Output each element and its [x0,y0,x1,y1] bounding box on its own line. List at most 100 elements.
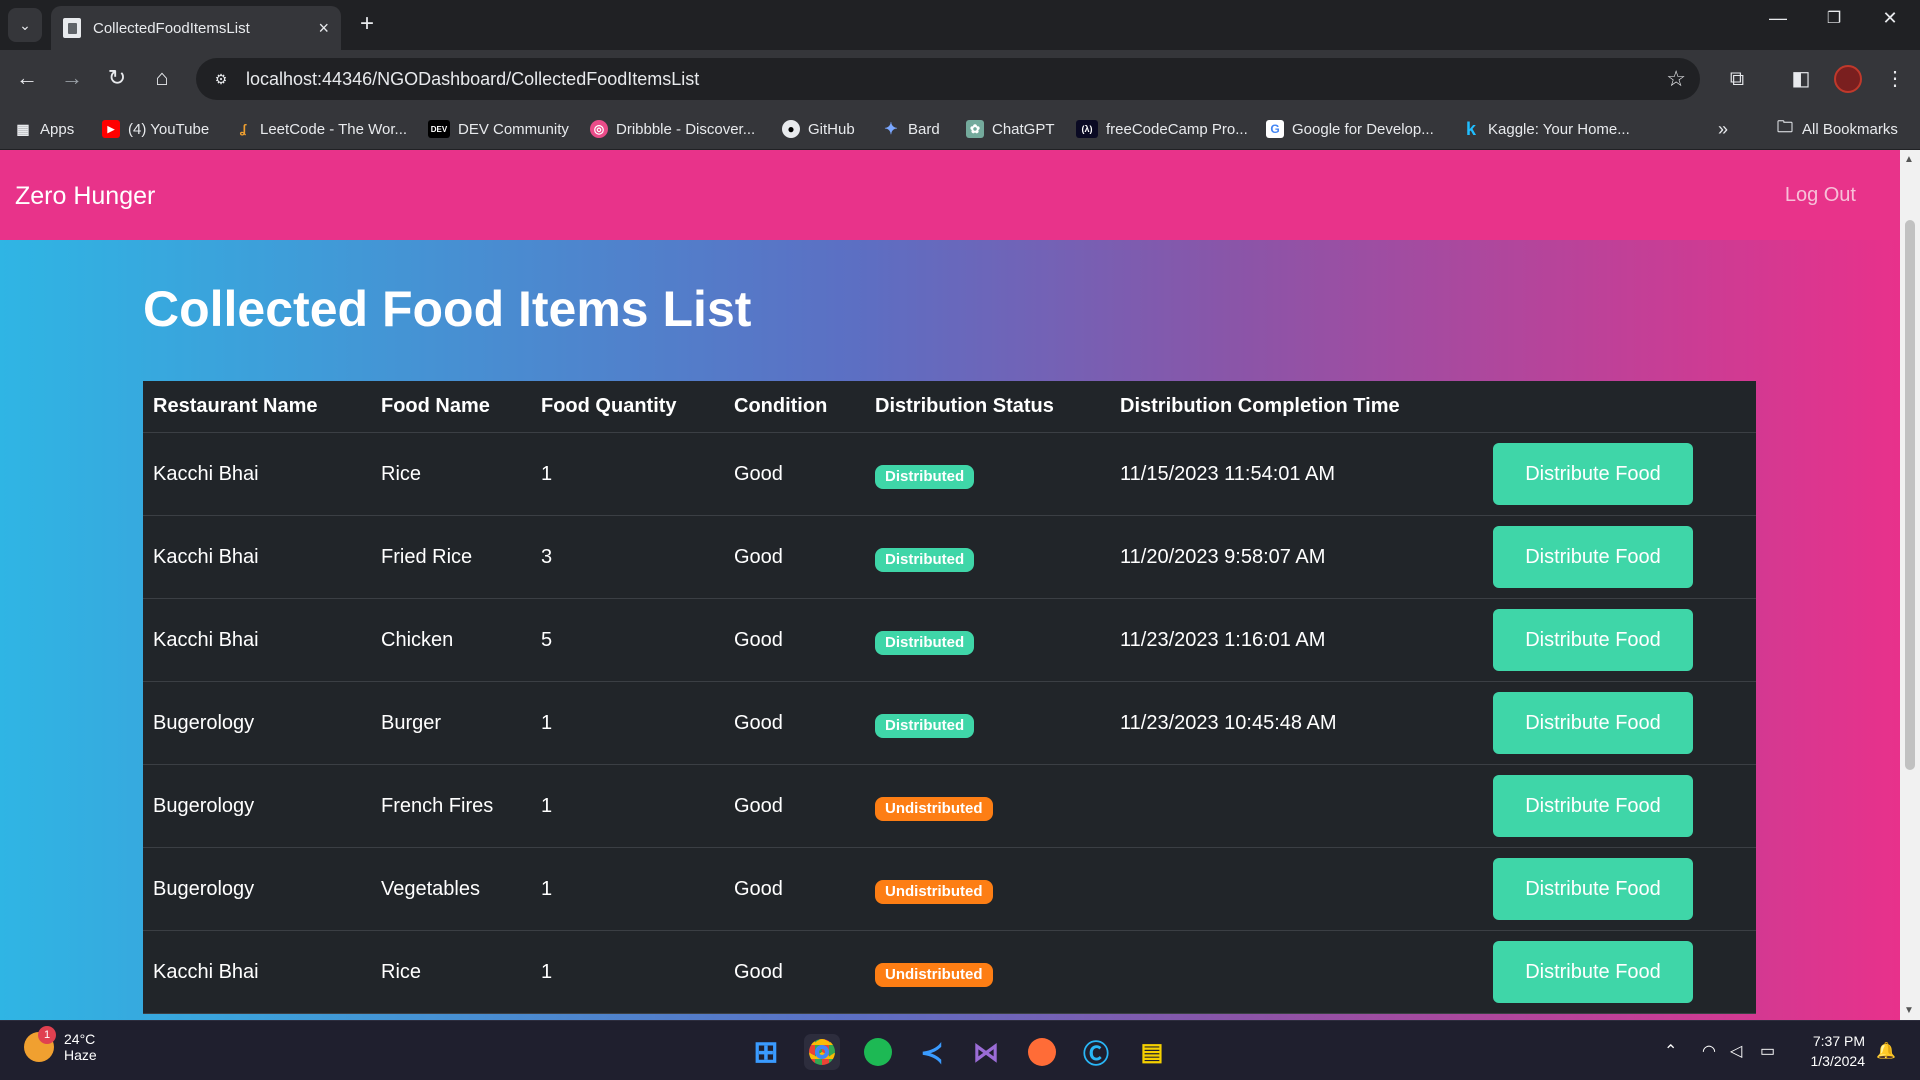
clock[interactable]: 7:37 PM 1/3/2024 [1800,1031,1866,1071]
quantity-cell: 3 [541,546,553,568]
restaurant-cell: Kacchi Bhai [153,629,259,651]
restaurant-cell: Bugerology [153,712,255,734]
distribute-food-button[interactable]: Distribute Food [1493,941,1693,1003]
close-window-icon[interactable]: ✕ [1870,8,1910,29]
bookmark-star-icon[interactable]: ☆ [1666,66,1686,92]
scroll-down-icon[interactable]: ▼ [1904,1005,1914,1016]
back-icon[interactable]: ← [12,64,42,92]
bookmark-freecodecamp[interactable]: (λ) freeCodeCamp Pro... [1076,116,1248,142]
distribute-food-button[interactable]: Distribute Food [1493,609,1693,671]
dribbble-icon: ◎ [590,120,608,138]
bookmark-label: LeetCode - The Wor... [260,120,408,138]
notification-bell-icon[interactable]: 🔔 [1876,1041,1896,1061]
chrome-icon[interactable] [804,1034,840,1070]
browser-title-bar: ⌄ CollectedFoodItemsList × + — ❐ ✕ [0,0,1920,50]
clock-date: 1/3/2024 [1810,1053,1866,1069]
spotify-icon[interactable] [860,1034,896,1070]
quantity-cell: 1 [541,795,553,817]
bookmark-label: Apps [40,120,75,138]
scrollbar-thumb[interactable] [1905,220,1915,770]
minimize-icon[interactable]: — [1758,8,1798,29]
restore-icon[interactable]: ❐ [1814,8,1854,28]
tab-search-button[interactable]: ⌄ [8,8,42,42]
bookmark-google[interactable]: G Google for Develop... [1266,116,1434,142]
quantity-cell: 1 [541,463,553,485]
time-cell: 11/15/2023 11:54:01 AM [1120,463,1335,485]
close-tab-icon[interactable]: × [318,18,329,39]
visual-studio-icon[interactable]: ⋈ [968,1034,1004,1070]
food-cell: Chicken [381,629,454,651]
battery-icon[interactable]: ▭ [1760,1041,1775,1061]
all-bookmarks[interactable]: 🗀 All Bookmarks [1776,116,1898,142]
bookmark-leetcode[interactable]: ʆ LeetCode - The Wor... [234,116,407,142]
food-items-table: Restaurant Name Food Name Food Quantity … [143,381,1756,1014]
distribute-food-button[interactable]: Distribute Food [1493,443,1693,505]
profile-avatar[interactable] [1834,65,1862,93]
logout-link[interactable]: Log Out [1785,184,1856,207]
chatgpt-icon: ✿ [966,120,984,138]
bookmark-chatgpt[interactable]: ✿ ChatGPT [966,116,1055,142]
new-tab-button[interactable]: + [352,10,382,38]
distribute-food-button[interactable]: Distribute Food [1493,526,1693,588]
bard-icon: ✦ [884,121,898,138]
bookmark-kaggle[interactable]: k Kaggle: Your Home... [1462,116,1630,142]
home-icon[interactable]: ⌂ [147,64,177,92]
distribute-food-button[interactable]: Distribute Food [1493,775,1693,837]
distribute-food-button[interactable]: Distribute Food [1493,692,1693,754]
side-panel-icon[interactable]: ◧ [1786,64,1816,94]
menu-icon[interactable]: ⋮ [1880,64,1910,94]
postman-icon[interactable] [1024,1034,1060,1070]
leetcode-icon: ʆ [239,122,247,136]
url-text[interactable]: localhost:44346/NGODashboard/CollectedFo… [246,69,1666,90]
restaurant-cell: Kacchi Bhai [153,961,259,983]
restaurant-cell: Kacchi Bhai [153,546,259,568]
status-badge: Undistributed [875,797,993,821]
condition-cell: Good [734,463,783,485]
more-bookmarks-icon[interactable]: » [1718,116,1728,142]
weather-widget[interactable]: 1 24°C Haze [24,1026,97,1063]
c-app-icon[interactable]: Ⓒ [1078,1034,1114,1070]
address-bar[interactable]: ⚙ localhost:44346/NGODashboard/Collected… [196,58,1700,100]
temperature: 24°C [64,1031,96,1047]
bookmarks-bar: ▦ Apps ▶ (4) YouTube ʆ LeetCode - The Wo… [0,108,1920,150]
brand-link[interactable]: Zero Hunger [15,182,155,211]
bookmark-dribbble[interactable]: ◎ Dribbble - Discover... [590,116,755,142]
table-row: Bugerology Burger 1 Good Distributed 11/… [143,682,1756,765]
bookmark-label: Kaggle: Your Home... [1488,120,1630,138]
bookmark-dev[interactable]: DEV DEV Community [428,116,569,142]
status-badge: Distributed [875,548,975,572]
forward-icon[interactable]: → [57,64,87,92]
tray-expand-icon[interactable]: ⌃ [1664,1041,1677,1061]
freecodecamp-icon: (λ) [1076,120,1098,138]
food-cell: Fried Rice [381,546,473,568]
page-scrollbar[interactable]: ▲ ▼ [1900,150,1920,1020]
time-cell: 11/23/2023 10:45:48 AM [1120,712,1337,734]
distribute-food-button[interactable]: Distribute Food [1493,858,1693,920]
vscode-icon[interactable]: ≺ [914,1034,950,1070]
github-icon: ● [782,120,800,138]
browser-tab[interactable]: CollectedFoodItemsList × [51,6,341,50]
scroll-up-icon[interactable]: ▲ [1904,154,1914,165]
reload-icon[interactable]: ↻ [102,64,132,92]
windows-start-icon[interactable]: ⊞ [748,1034,784,1070]
quantity-cell: 5 [541,629,553,651]
bookmark-github[interactable]: ● GitHub [782,116,855,142]
condition-cell: Good [734,546,783,568]
weather-haze-icon: 1 [24,1026,56,1062]
windows-taskbar: 1 24°C Haze ⊞ ≺ ⋈ Ⓒ ▤ ⌃ ◠ ◁ ▭ 7:37 PM 1/… [0,1020,1920,1080]
column-header: Restaurant Name [153,395,318,417]
bookmark-apps[interactable]: ▦ Apps [14,116,74,142]
file-app-icon[interactable]: ▤ [1134,1034,1170,1070]
bookmark-bard[interactable]: ✦ Bard [882,116,939,142]
volume-icon[interactable]: ◁ [1730,1041,1742,1061]
condition-cell: Good [734,795,783,817]
extensions-icon[interactable]: ⧉ [1722,64,1752,94]
time-cell: 11/23/2023 1:16:01 AM [1120,629,1326,651]
wifi-icon[interactable]: ◠ [1702,1041,1716,1061]
bookmark-youtube[interactable]: ▶ (4) YouTube [102,116,209,142]
bookmark-label: GitHub [808,120,855,138]
page-favicon-icon [63,18,81,38]
clock-time: 7:37 PM [1812,1033,1865,1049]
food-cell: Rice [381,961,422,983]
site-info-icon[interactable]: ⚙ [210,68,232,90]
